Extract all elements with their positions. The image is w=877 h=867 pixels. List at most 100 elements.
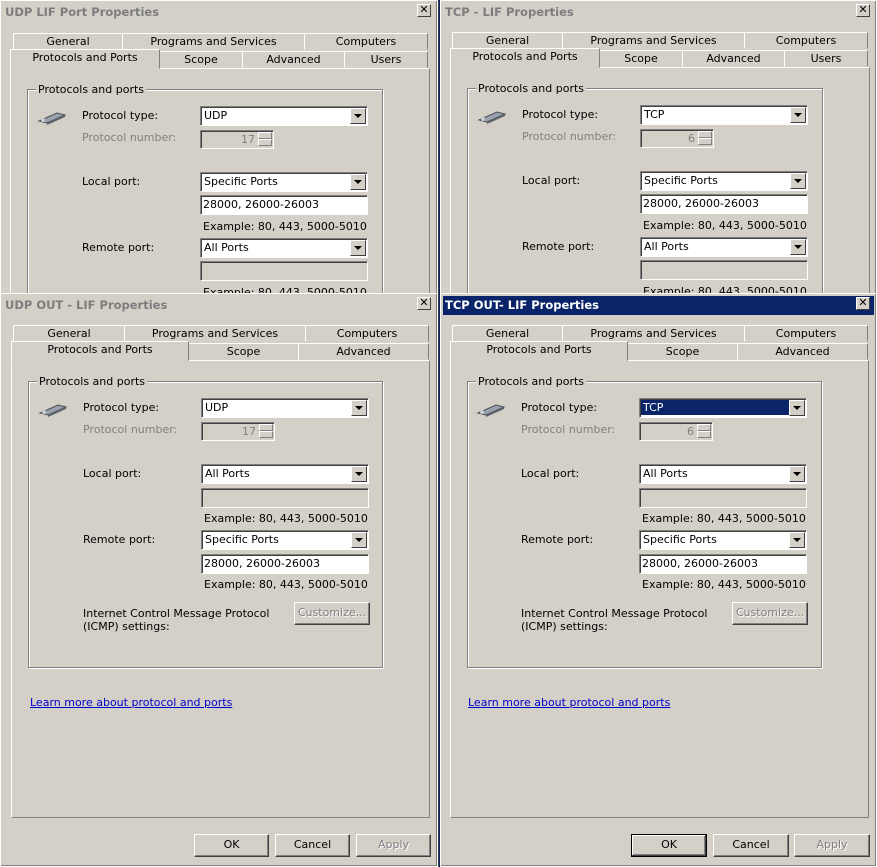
title-bar[interactable]: UDP LIF Port Properties — [3, 3, 435, 22]
tab-programs-and-services[interactable]: Programs and Services — [562, 32, 745, 49]
tab-protocols-and-ports[interactable]: Protocols and Ports — [11, 341, 189, 361]
protocol-type-value: UDP — [204, 109, 228, 122]
tab-general[interactable]: General — [452, 325, 563, 342]
dialog-udp-lif: UDP LIF Port Properties ✕ General Progra… — [0, 0, 438, 298]
chevron-down-icon[interactable] — [351, 532, 367, 548]
tab-computers[interactable]: Computers — [304, 33, 428, 50]
learn-more-link[interactable]: Learn more about protocol and ports — [30, 696, 232, 709]
chevron-down-icon[interactable] — [350, 240, 366, 256]
tab-advanced[interactable]: Advanced — [682, 50, 785, 67]
protocol-type-value: TCP — [641, 400, 789, 415]
ok-button[interactable]: OK — [194, 834, 269, 857]
local-port-text: 28000, 26000-26003 — [203, 198, 319, 211]
remote-port-example: Example: 80, 443, 5000-5010 — [204, 578, 368, 591]
local-port-select[interactable]: All Ports — [639, 464, 807, 484]
window-title: TCP OUT- LIF Properties — [445, 298, 600, 312]
local-port-select[interactable]: Specific Ports — [640, 171, 808, 191]
chevron-down-icon[interactable] — [790, 107, 806, 123]
chevron-down-icon[interactable] — [350, 174, 366, 190]
tab-general[interactable]: General — [13, 33, 123, 50]
tab-advanced[interactable]: Advanced — [242, 51, 345, 68]
protocol-type-select[interactable]: TCP — [639, 398, 807, 418]
remote-port-example: Example: 80, 443, 5000-5010 — [642, 578, 806, 591]
title-bar[interactable]: TCP - LIF Properties — [443, 3, 874, 22]
close-icon[interactable]: ✕ — [417, 4, 431, 17]
local-port-example: Example: 80, 443, 5000-5010 — [643, 219, 807, 232]
tab-scope[interactable]: Scope — [159, 51, 243, 68]
title-bar[interactable]: UDP OUT - LIF Properties — [3, 296, 435, 315]
cancel-button[interactable]: Cancel — [275, 834, 350, 857]
local-port-select[interactable]: Specific Ports — [200, 172, 368, 192]
local-port-input[interactable]: 28000, 26000-26003 — [640, 194, 808, 214]
remote-port-select[interactable]: All Ports — [200, 238, 368, 258]
chevron-down-icon[interactable] — [789, 400, 805, 416]
remote-port-text: 28000, 26000-26003 — [204, 557, 320, 570]
local-port-select[interactable]: All Ports — [201, 464, 369, 484]
dialog-udp-out-lif: UDP OUT - LIF Properties ✕ General Progr… — [0, 293, 438, 867]
protocol-type-select[interactable]: UDP — [200, 106, 368, 126]
tab-advanced[interactable]: Advanced — [298, 343, 429, 360]
tab-general[interactable]: General — [13, 325, 125, 342]
tab-users[interactable]: Users — [344, 51, 428, 68]
chevron-down-icon[interactable] — [790, 239, 806, 255]
protocol-type-select[interactable]: TCP — [640, 105, 808, 125]
chevron-down-icon[interactable] — [789, 466, 805, 482]
tab-scope[interactable]: Scope — [188, 343, 299, 360]
chevron-down-icon[interactable] — [351, 400, 367, 416]
tab-protocols-and-ports[interactable]: Protocols and Ports — [450, 48, 600, 68]
group-title: Protocols and ports — [36, 83, 147, 96]
apply-button: Apply — [794, 834, 870, 857]
remote-port-select[interactable]: Specific Ports — [201, 530, 369, 550]
local-port-value: All Ports — [205, 467, 250, 480]
chevron-down-icon[interactable] — [351, 466, 367, 482]
remote-port-value: Specific Ports — [643, 533, 717, 546]
chevron-down-icon[interactable] — [790, 173, 806, 189]
remote-port-value: All Ports — [204, 241, 249, 254]
remote-port-input — [200, 261, 368, 281]
tab-users[interactable]: Users — [784, 50, 868, 67]
tab-programs-and-services[interactable]: Programs and Services — [124, 325, 306, 342]
close-icon[interactable]: ✕ — [856, 4, 870, 17]
chevron-down-icon[interactable] — [350, 108, 366, 124]
tab-advanced[interactable]: Advanced — [737, 343, 868, 360]
close-icon[interactable]: ✕ — [417, 297, 431, 310]
protocol-type-label: Protocol type: — [522, 108, 599, 121]
icmp-label-line2: (ICMP) settings: — [521, 620, 608, 633]
tab-computers[interactable]: Computers — [744, 325, 868, 342]
local-port-value: Specific Ports — [204, 175, 278, 188]
tab-computers[interactable]: Computers — [305, 325, 429, 342]
title-bar[interactable]: TCP OUT- LIF Properties — [443, 296, 874, 315]
remote-port-input[interactable]: 28000, 26000-26003 — [201, 554, 369, 574]
local-port-label: Local port: — [521, 467, 580, 480]
tab-protocols-and-ports[interactable]: Protocols and Ports — [10, 49, 160, 69]
tab-protocols-and-ports[interactable]: Protocols and Ports — [450, 341, 628, 361]
tab-programs-and-services[interactable]: Programs and Services — [122, 33, 305, 50]
tab-programs-and-services[interactable]: Programs and Services — [562, 325, 745, 342]
protocol-number-value: 6 — [688, 132, 695, 145]
protocol-number-value: 17 — [241, 133, 255, 146]
local-port-value: Specific Ports — [644, 174, 718, 187]
protocol-number-value: 17 — [242, 425, 256, 438]
tab-scope[interactable]: Scope — [599, 50, 683, 67]
remote-port-select[interactable]: Specific Ports — [639, 530, 807, 550]
remote-port-select[interactable]: All Ports — [640, 237, 808, 257]
group-title: Protocols and ports — [476, 375, 587, 388]
chevron-down-icon[interactable] — [789, 532, 805, 548]
local-port-input — [639, 488, 807, 508]
customize-button: Customize... — [294, 602, 370, 625]
protocol-number-stepper: 6 — [640, 129, 714, 148]
local-port-example: Example: 80, 443, 5000-5010 — [642, 512, 806, 525]
tab-scope[interactable]: Scope — [627, 343, 738, 360]
close-icon[interactable]: ✕ — [856, 297, 870, 310]
tab-computers[interactable]: Computers — [744, 32, 868, 49]
tab-general[interactable]: General — [452, 32, 563, 49]
remote-port-input[interactable]: 28000, 26000-26003 — [639, 554, 807, 574]
network-cable-icon — [37, 112, 67, 125]
learn-more-link[interactable]: Learn more about protocol and ports — [468, 696, 670, 709]
local-port-input[interactable]: 28000, 26000-26003 — [200, 195, 368, 215]
local-port-example: Example: 80, 443, 5000-5010 — [204, 512, 368, 525]
protocol-type-select[interactable]: UDP — [201, 398, 369, 418]
ok-button[interactable]: OK — [631, 834, 707, 857]
cancel-button[interactable]: Cancel — [713, 834, 789, 857]
protocol-number-stepper: 6 — [639, 422, 713, 441]
